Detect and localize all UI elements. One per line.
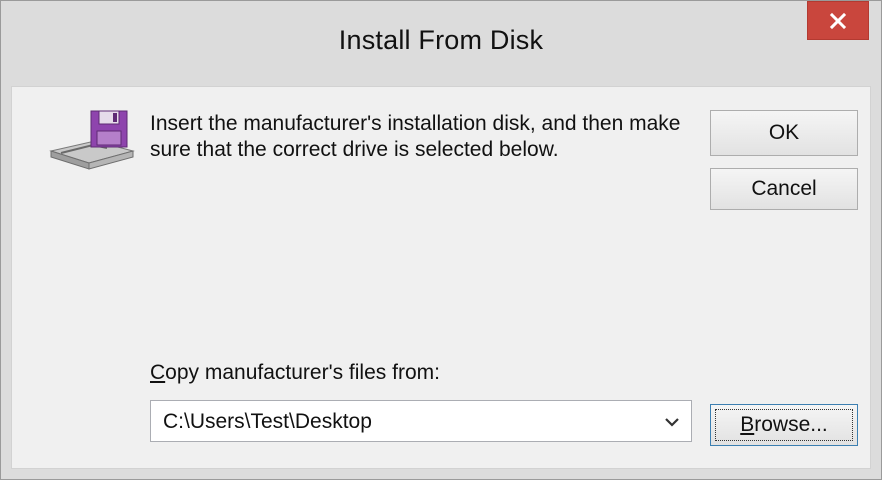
title-bar[interactable]: Install From Disk xyxy=(1,1,881,86)
copy-from-path-value[interactable]: C:\Users\Test\Desktop xyxy=(163,410,372,434)
copy-from-combobox[interactable]: C:\Users\Test\Desktop xyxy=(150,400,692,442)
copy-from-label-text: opy manufacturer's files from: xyxy=(165,361,440,384)
chevron-down-icon[interactable] xyxy=(661,411,683,433)
install-from-disk-dialog: Install From Disk Insert the manufacture… xyxy=(0,0,882,480)
instruction-text: Insert the manufacturer's installation d… xyxy=(150,112,681,161)
ok-button-label: OK xyxy=(768,121,800,144)
dialog-body: Insert the manufacturer's installation d… xyxy=(11,86,871,469)
close-x-icon xyxy=(829,12,847,29)
browse-label-text: rowse... xyxy=(754,413,828,436)
cancel-button[interactable]: Cancel xyxy=(710,168,858,210)
cancel-button-label: Cancel xyxy=(751,177,817,200)
copy-from-label-mnemonic: C xyxy=(150,361,166,384)
browse-mnemonic: B xyxy=(740,413,755,436)
browse-button-label: Browse... xyxy=(740,413,828,437)
browse-button[interactable]: Browse... xyxy=(710,404,858,446)
floppy-disk-drive-icon xyxy=(49,110,135,170)
ok-button[interactable]: OK xyxy=(710,110,858,156)
copy-from-label: Copy manufacturer's files from: xyxy=(150,361,440,385)
close-button[interactable] xyxy=(807,1,869,40)
window-title: Install From Disk xyxy=(338,25,544,55)
